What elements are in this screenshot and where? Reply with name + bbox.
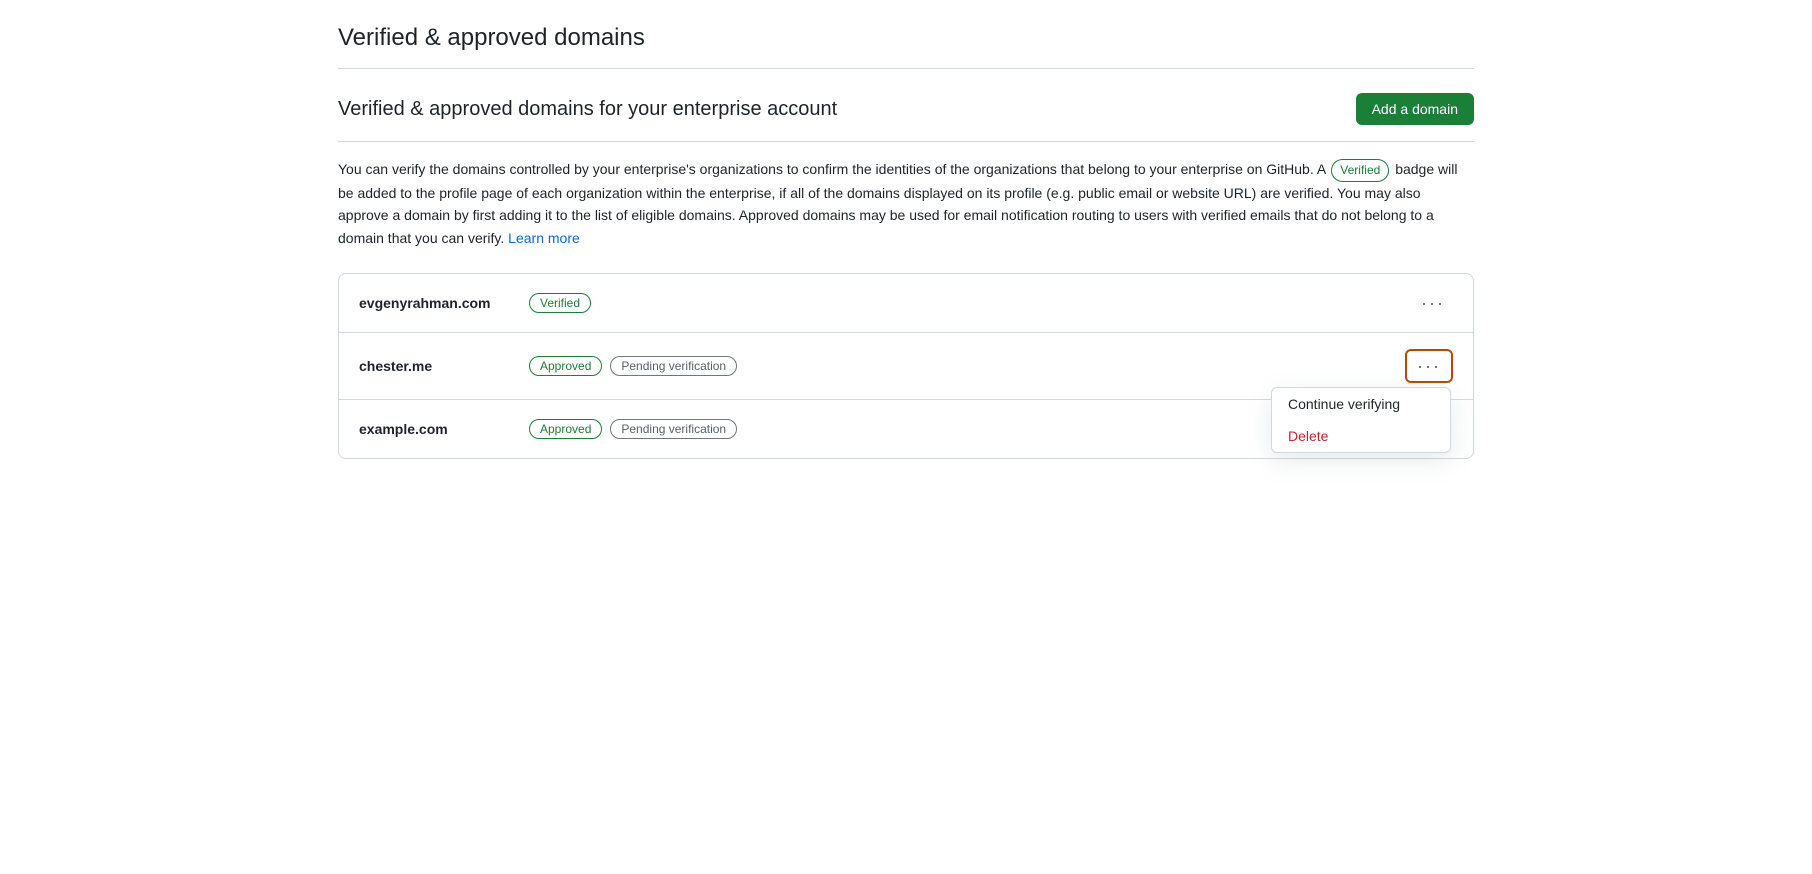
table-row: evgenyrahman.com Verified ··· [339,274,1473,333]
learn-more-link[interactable]: Learn more [508,230,580,246]
badge-approved: Approved [529,419,602,439]
domain-name: evgenyrahman.com [359,295,519,311]
badge-pending: Pending verification [610,356,737,376]
description-text: You can verify the domains controlled by… [338,158,1474,249]
row-actions: ··· Continue verifying Delete [1405,349,1453,383]
description-before-badge: You can verify the domains controlled by… [338,161,1325,177]
verified-badge-inline: Verified [1331,159,1389,182]
domain-badges: Approved Pending verification [529,356,1405,376]
dropdown-wrapper: ··· Continue verifying Delete [1405,349,1453,383]
dropdown-menu: Continue verifying Delete [1271,387,1451,453]
section-header: Verified & approved domains for your ent… [338,93,1474,142]
badge-pending: Pending verification [610,419,737,439]
continue-verifying-item[interactable]: Continue verifying [1272,388,1450,420]
more-options-button[interactable]: ··· [1409,353,1449,379]
row-actions: ··· [1413,290,1453,316]
badge-approved: Approved [529,356,602,376]
domains-table: evgenyrahman.com Verified ··· chester.me… [338,273,1474,459]
more-options-button[interactable]: ··· [1413,290,1453,316]
domain-name: chester.me [359,358,519,374]
delete-item[interactable]: Delete [1272,420,1450,452]
page-title: Verified & approved domains [338,24,1474,69]
domain-name: example.com [359,421,519,437]
table-row: chester.me Approved Pending verification… [339,333,1473,400]
domain-badges: Verified [529,293,1413,313]
section-title: Verified & approved domains for your ent… [338,98,837,121]
add-domain-button[interactable]: Add a domain [1356,93,1474,125]
badge-verified: Verified [529,293,591,313]
